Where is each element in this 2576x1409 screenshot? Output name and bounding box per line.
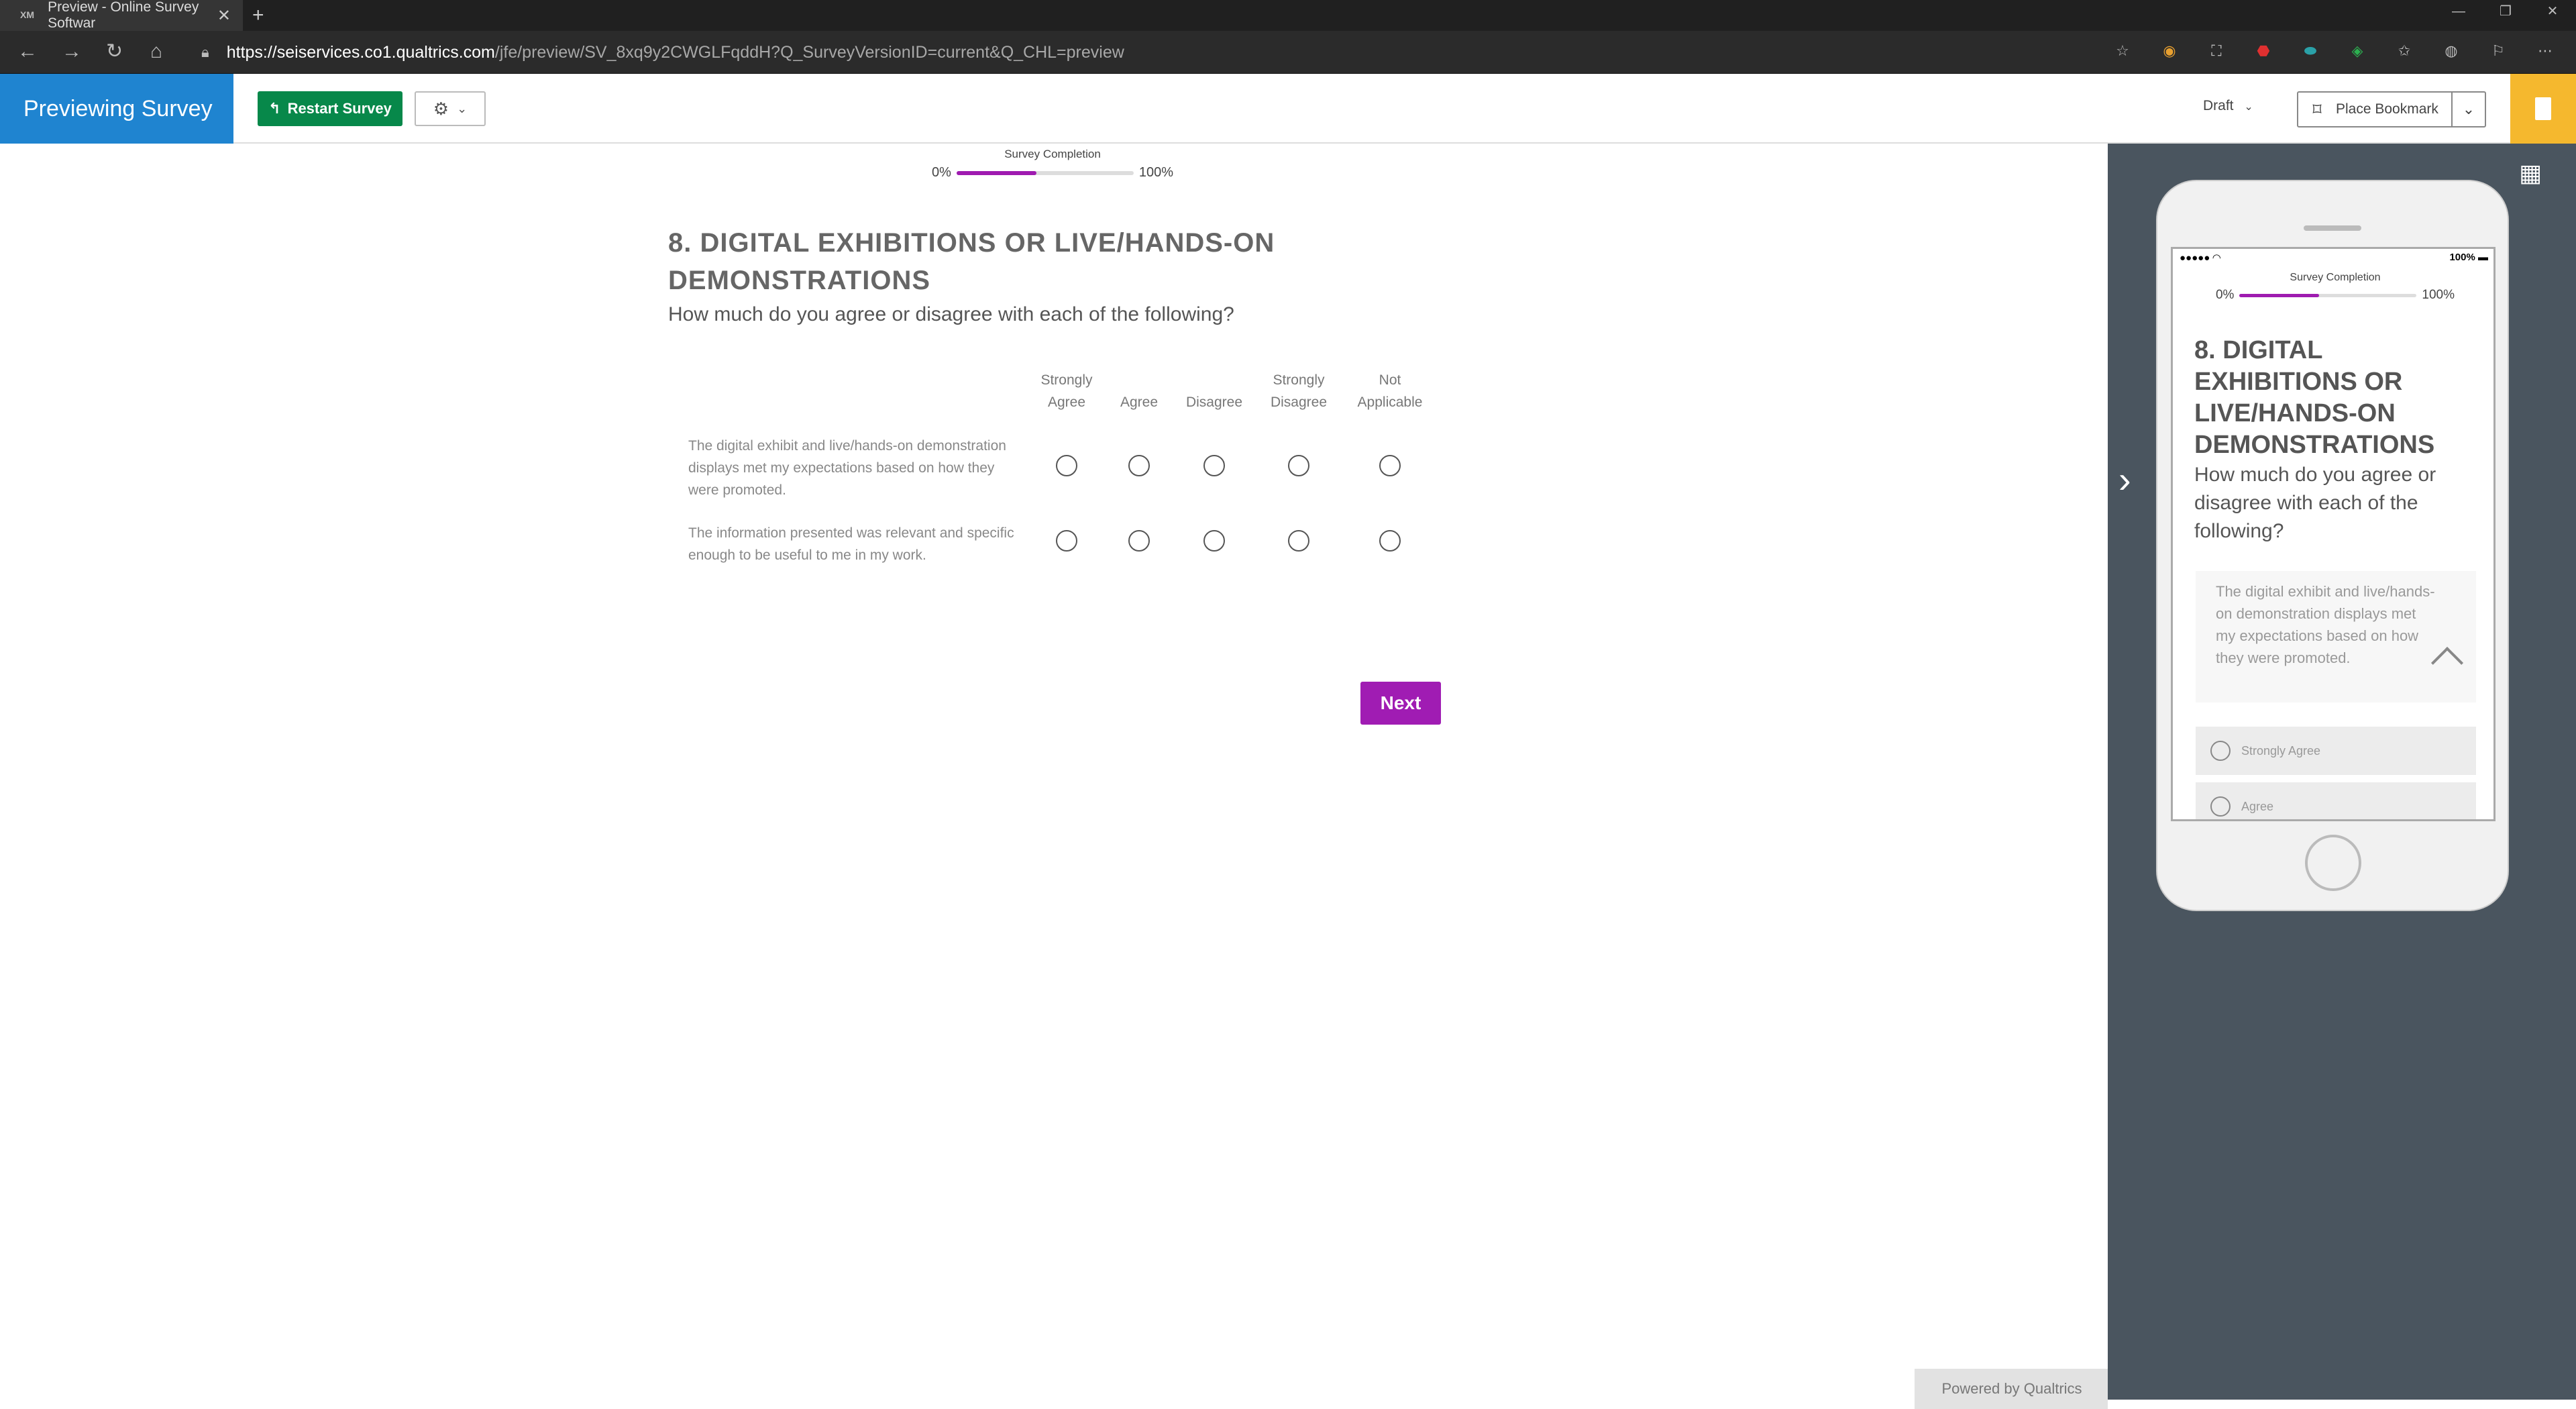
radio-row2-not-applicable[interactable] (1379, 530, 1401, 552)
new-tab-icon[interactable]: + (252, 4, 264, 27)
signal-wifi-icon: ●●●●● ◠ (2180, 252, 2221, 264)
qualtrics-favicon-icon: XM (20, 9, 34, 20)
mobile-statement-card[interactable]: The digital exhibit and live/hands-on de… (2196, 571, 2476, 702)
radio-row1-agree[interactable] (1128, 455, 1150, 476)
version-dropdown[interactable]: Draft ⌄ (2203, 98, 2253, 114)
place-bookmark-button[interactable]: ⌑ Place Bookmark ⌄ (2297, 91, 2486, 127)
mobile-progress-label: Survey Completion (2290, 272, 2381, 283)
chevron-down-icon: ⌄ (457, 101, 468, 115)
extension-teal-icon[interactable]: ⬬ (2300, 40, 2321, 62)
window-controls: — ❐ ✕ (2435, 0, 2576, 23)
profile-avatar-icon[interactable]: ◍ (2440, 40, 2462, 62)
column-header-not-applicable: Not Applicable (1357, 372, 1423, 410)
undo-arrow-icon: ↰ (268, 100, 281, 117)
radio-row1-strongly-agree[interactable] (1056, 455, 1077, 476)
mobile-option-agree[interactable]: Agree (2196, 782, 2476, 819)
radio-row2-disagree[interactable] (1203, 530, 1225, 552)
preview-header: Previewing Survey ↰ Restart Survey ⚙ ⌄ D… (0, 74, 2576, 144)
favorites-icon[interactable]: ✩ (2394, 40, 2415, 62)
url-field[interactable]: 🔒︎ https://seiservices.co1.qualtrics.com… (201, 38, 2147, 66)
mobile-statement-text: The digital exhibit and live/hands-on de… (2216, 583, 2435, 666)
powered-by-qualtrics-link[interactable]: Powered by Qualtrics (1915, 1369, 2109, 1409)
extension-color-icon[interactable]: ◉ (2159, 40, 2180, 62)
mobile-option-strongly-agree[interactable]: Strongly Agree (2196, 727, 2476, 775)
place-bookmark-label: Place Bookmark (2336, 101, 2438, 117)
browser-tab-bar: XM Preview - Online Survey Softwar ✕ + —… (0, 0, 2576, 31)
url-host: https://seiservices.co1.qualtrics.com (226, 42, 495, 62)
mobile-progress-max: 100% (2422, 288, 2455, 302)
back-icon[interactable]: ← (17, 40, 38, 63)
qr-code-icon[interactable]: ▦ (2517, 160, 2544, 187)
question-title: 8. DIGITAL EXHIBITIONS OR LIVE/HANDS-ON … (668, 228, 1275, 295)
note-icon (2535, 97, 2551, 120)
close-window-icon[interactable]: ✕ (2529, 0, 2576, 23)
collapse-panel-chevron-icon[interactable]: › (2118, 458, 2131, 501)
mobile-progress-fill (2239, 293, 2320, 297)
mobile-screen[interactable]: ●●●●● ◠ 100% ▬ Survey Completion 0% 100%… (2171, 247, 2496, 821)
progress-min: 0% (931, 165, 951, 180)
matrix-row-statement: The digital exhibit and live/hands-on de… (688, 438, 1006, 498)
column-header-disagree: Disagree (1185, 395, 1243, 410)
radio-row1-strongly-disagree[interactable] (1288, 455, 1309, 476)
radio-icon (2210, 741, 2231, 761)
mobile-progress: Survey Completion 0% 100% (2173, 272, 2493, 303)
browser-tab[interactable]: XM Preview - Online Survey Softwar ✕ (0, 0, 243, 31)
restart-survey-label: Restart Survey (287, 100, 392, 117)
adblock-icon[interactable]: ⬣ (2253, 40, 2274, 62)
bookmark-icon: ⌑ (2312, 99, 2322, 119)
survey-progress: Survey Completion 0% 100% (928, 148, 1177, 180)
url-path: /jfe/preview/SV_8xq9y2CWGLFqddH?Q_Survey… (494, 42, 1124, 62)
favorite-star-icon[interactable]: ☆ (2112, 40, 2133, 62)
phone-home-button (2305, 835, 2361, 891)
settings-dropdown-button[interactable]: ⚙ ⌄ (415, 91, 486, 126)
home-icon[interactable]: ⌂ (150, 40, 162, 63)
lock-icon: 🔒︎ (201, 44, 209, 60)
more-options-icon[interactable]: ⋯ (2534, 40, 2556, 62)
notes-toggle-button[interactable] (2510, 74, 2576, 144)
radio-row2-strongly-disagree[interactable] (1288, 530, 1309, 552)
close-tab-icon[interactable]: ✕ (217, 6, 231, 25)
extension-green-icon[interactable]: ◈ (2347, 40, 2368, 62)
radio-row2-agree[interactable] (1128, 530, 1150, 552)
battery-indicator: 100% ▬ (2449, 252, 2488, 263)
column-header-agree: Agree (1120, 395, 1159, 410)
mobile-option-label: Strongly Agree (2241, 743, 2321, 758)
progress-max: 100% (1138, 165, 1174, 180)
restore-icon[interactable]: ❐ (2482, 0, 2529, 23)
progress-bar (956, 170, 1134, 175)
address-bar: ← → ↻ ⌂ 🔒︎ https://seiservices.co1.qualt… (0, 31, 2576, 74)
restart-survey-button[interactable]: ↰ Restart Survey (258, 91, 402, 126)
minimize-icon[interactable]: — (2435, 0, 2482, 23)
feedback-icon[interactable]: ⚐ (2487, 40, 2509, 62)
next-button[interactable]: Next (1360, 682, 1441, 725)
draft-label: Draft (2203, 98, 2234, 113)
question-text: How much do you agree or disagree with e… (668, 303, 1234, 325)
mobile-question-text: How much do you agree or disagree with e… (2194, 464, 2436, 542)
reload-icon[interactable]: ↻ (106, 40, 123, 63)
mobile-progress-bar (2239, 293, 2417, 297)
progress-fill (956, 170, 1036, 175)
extension-capture-icon[interactable]: ⛶ (2206, 40, 2227, 62)
radio-row1-not-applicable[interactable] (1379, 455, 1401, 476)
radio-icon (2210, 796, 2231, 817)
previewing-survey-title: Previewing Survey (0, 74, 233, 144)
phone-speaker (2304, 225, 2361, 231)
radio-row2-strongly-agree[interactable] (1056, 530, 1077, 552)
tab-title: Preview - Online Survey Softwar (48, 0, 199, 31)
mobile-progress-min: 0% (2215, 288, 2235, 302)
radio-row1-disagree[interactable] (1203, 455, 1225, 476)
forward-icon[interactable]: → (62, 40, 82, 63)
mobile-option-label: Agree (2241, 799, 2274, 813)
gear-icon: ⚙ (433, 98, 449, 119)
horizontal-scrollbar[interactable] (2108, 1400, 2576, 1409)
matrix-row-statement: The information presented was relevant a… (688, 525, 1014, 563)
mobile-status-bar: ●●●●● ◠ 100% ▬ (2180, 252, 2488, 264)
extension-toolbar: ☆ ◉ ⛶ ⬣ ⬬ ◈ ✩ ◍ ⚐ ⋯ (2112, 40, 2556, 62)
column-header-strongly-disagree: Strongly Disagree (1270, 372, 1328, 410)
bookmark-dropdown-chevron-icon[interactable]: ⌄ (2451, 93, 2485, 126)
mobile-question-title: 8. DIGITAL EXHIBITIONS OR LIVE/HANDS-ON … (2194, 336, 2435, 459)
chevron-down-icon: ⌄ (2244, 101, 2253, 113)
progress-label: Survey Completion (1004, 148, 1101, 160)
